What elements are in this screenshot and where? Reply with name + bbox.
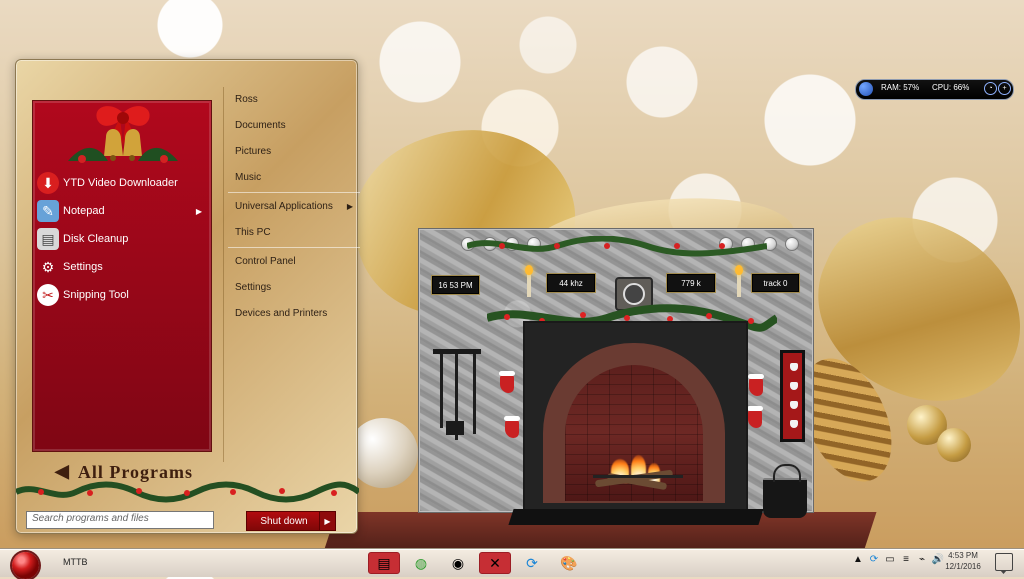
fireplace: [523, 321, 748, 513]
separator: [228, 247, 360, 248]
meter-gauge-icon[interactable]: ◔: [984, 82, 997, 95]
shovel-icon: [446, 421, 464, 435]
back-arrow-icon: ◀: [55, 461, 70, 481]
right-item-universal-applications[interactable]: Universal Applications: [224, 194, 360, 220]
chrome-icon[interactable]: ◉: [442, 552, 474, 574]
ram-usage: RAM: 57%: [881, 83, 920, 92]
notifications-icon[interactable]: [995, 553, 1013, 571]
stocking-icon: [747, 406, 763, 428]
snipping-tool-icon: ✂: [37, 284, 59, 306]
utorrent-icon[interactable]: ◍: [405, 552, 437, 574]
shutdown-button[interactable]: Shut down: [246, 511, 322, 531]
menu-item-settings[interactable]: ⚙ Settings: [33, 253, 211, 281]
pinned-apps-list: ⬇ YTD Video Downloader ✎ Notepad ▶ ▤ Dis…: [33, 169, 211, 309]
holly-garland-decoration: [16, 481, 359, 503]
hidden-icons-arrow-icon[interactable]: ▲: [852, 553, 864, 565]
network-icon[interactable]: ≡: [900, 553, 912, 565]
brush-icon: [473, 354, 476, 434]
wine-glass-rack: [780, 350, 805, 442]
coal-bucket-icon: [763, 464, 807, 518]
menu-item-snipping-tool[interactable]: ✂ Snipping Tool: [33, 281, 211, 309]
stocking-icon: [504, 416, 520, 438]
tools-icon[interactable]: ✕: [479, 552, 511, 574]
meter-logo-icon: [859, 82, 873, 96]
stocking-icon: [499, 371, 515, 393]
shutdown-options-button[interactable]: ▶: [319, 511, 336, 531]
file-explorer-icon[interactable]: ▤: [368, 552, 400, 574]
right-item-devices-and-printers[interactable]: Devices and Printers: [224, 301, 360, 327]
paint-icon[interactable]: 🎨: [553, 552, 585, 574]
fireplace-widget: 16 53 PM 44 khz 779 k track 0: [418, 228, 814, 525]
battery-icon[interactable]: ▭: [884, 553, 896, 565]
right-item-music[interactable]: Music: [224, 165, 360, 191]
clock-date: 12/1/2016: [945, 562, 981, 571]
separator: [228, 192, 360, 193]
sample-rate-display: 44 khz: [546, 273, 596, 293]
wifi-icon[interactable]: ⌁: [916, 553, 928, 565]
fireplace-tools: [433, 349, 483, 489]
poker-icon: [440, 354, 443, 428]
bells-bow-decoration: [68, 106, 178, 163]
bitrate-display: 779 k: [666, 273, 716, 293]
cpu-usage: CPU: 66%: [932, 83, 970, 92]
taskbar-label: MTTB: [63, 557, 88, 567]
taskbar-icons: ▤ ◍ ◉ ✕ ⟳ 🎨: [368, 552, 585, 575]
candle-icon: [525, 265, 533, 297]
gold-ornament-ball-small: [937, 428, 971, 462]
right-item-pictures[interactable]: Pictures: [224, 139, 360, 165]
hearth-rug: [508, 509, 764, 525]
wine-glass-icon: [790, 401, 798, 409]
fire-screen: [593, 475, 683, 478]
video-downloader-icon: ⬇: [37, 172, 59, 194]
meter-add-icon[interactable]: +: [998, 82, 1011, 95]
system-tray: ▲ ⟳ ▭ ≡ ⌁ 🔊: [852, 553, 944, 565]
system-meter: RAM: 57% CPU: 66% ◔ +: [855, 79, 1014, 100]
start-menu-right-pane: Ross Documents Pictures Music Universal …: [223, 87, 360, 462]
menu-item-notepad[interactable]: ✎ Notepad ▶: [33, 197, 211, 225]
right-item-settings[interactable]: Settings: [224, 275, 360, 301]
gear-icon: ⚙: [41, 258, 55, 275]
right-item-control-panel[interactable]: Control Panel: [224, 249, 360, 275]
garland-top-icon: [467, 236, 767, 257]
system-clock[interactable]: 4:53 PM 12/1/2016: [937, 550, 989, 572]
wine-glass-icon: [790, 363, 798, 371]
stocking-icon: [748, 374, 764, 396]
light-bulb-icon: [785, 237, 799, 251]
time-display: 16 53 PM: [431, 275, 480, 295]
right-item-user-folder[interactable]: Ross: [224, 87, 360, 113]
start-menu: ⬇ YTD Video Downloader ✎ Notepad ▶ ▤ Dis…: [15, 59, 360, 534]
menu-item-disk-cleanup[interactable]: ▤ Disk Cleanup: [33, 225, 211, 253]
start-button[interactable]: [12, 552, 39, 579]
ccleaner-tray-icon[interactable]: ⟳: [868, 553, 880, 565]
wine-glass-icon: [790, 382, 798, 390]
right-item-this-pc[interactable]: This PC: [224, 220, 360, 246]
wine-glass-icon: [790, 420, 798, 428]
candle-icon: [735, 265, 743, 297]
submenu-arrow-icon: ▶: [195, 206, 202, 216]
notepad-icon: ✎: [37, 200, 59, 222]
ccleaner-icon[interactable]: ⟳: [516, 552, 548, 574]
clock-time: 4:53 PM: [948, 551, 978, 560]
fire-icon: [585, 453, 684, 491]
pinned-apps-pane: ⬇ YTD Video Downloader ✎ Notepad ▶ ▤ Dis…: [32, 100, 212, 452]
right-item-documents[interactable]: Documents: [224, 113, 360, 139]
search-input[interactable]: Search programs and files: [26, 511, 214, 529]
disk-cleanup-icon: ▤: [37, 228, 59, 250]
menu-item-ytd-video-downloader[interactable]: ⬇ YTD Video Downloader: [33, 169, 211, 197]
track-display: track 0: [751, 273, 800, 293]
